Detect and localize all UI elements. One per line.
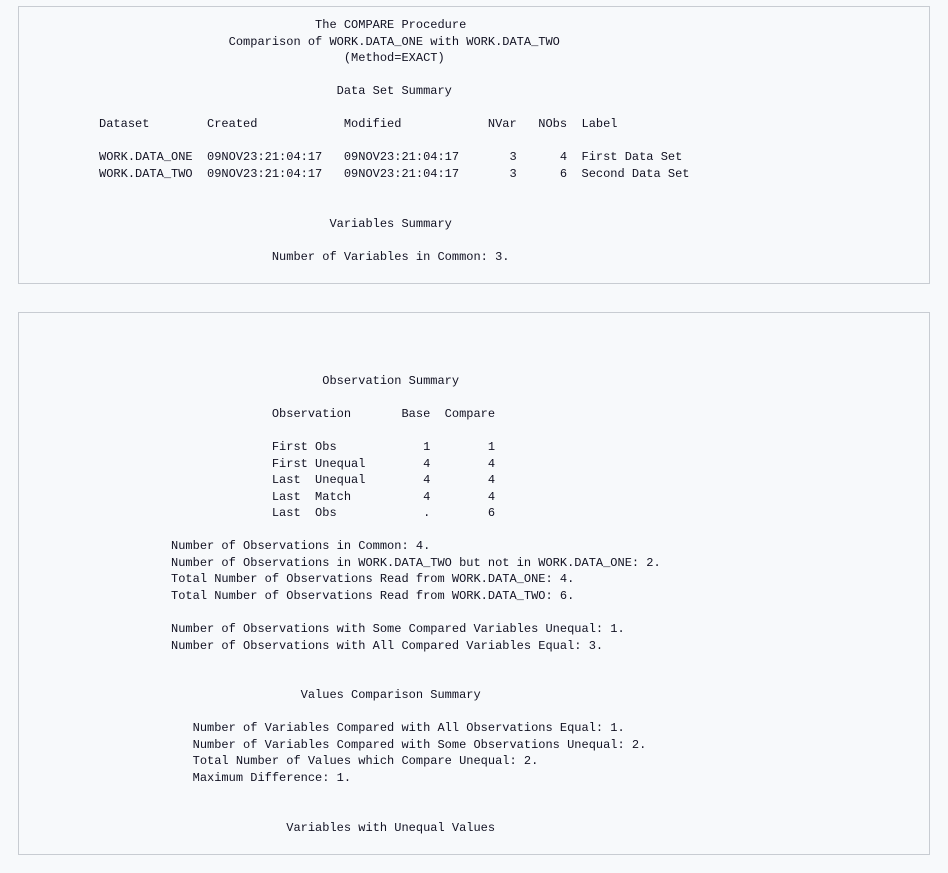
compare-output-text-1: The COMPARE Procedure Comparison of WORK… (27, 17, 921, 265)
compare-output-panel-2: Observation Summary Observation Base Com… (18, 312, 930, 855)
compare-output-panel-1: The COMPARE Procedure Comparison of WORK… (18, 6, 930, 284)
compare-output-text-2: Observation Summary Observation Base Com… (27, 323, 921, 836)
